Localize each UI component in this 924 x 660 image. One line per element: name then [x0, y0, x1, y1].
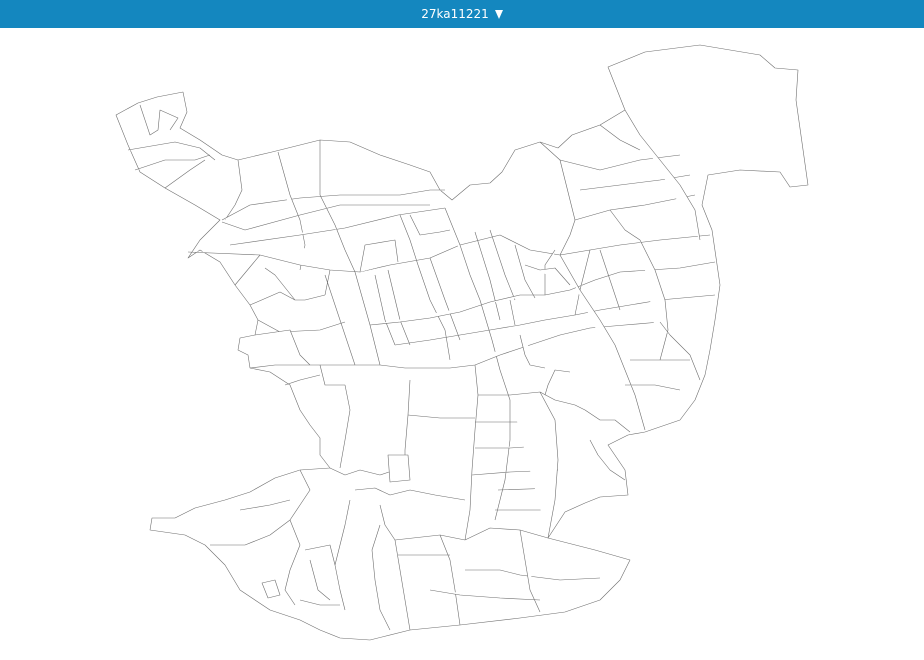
layer-dropdown-label: 27ka11221: [421, 7, 489, 21]
district-map[interactable]: [0, 28, 924, 660]
map-outline: [115, 44, 809, 641]
map-canvas[interactable]: [0, 28, 924, 660]
layer-dropdown[interactable]: 27ka11221: [415, 5, 509, 23]
district-line: [249, 364, 406, 369]
triangle-down-icon: [494, 10, 503, 19]
top-bar: 27ka11221: [0, 0, 924, 28]
district-line: [387, 454, 411, 483]
